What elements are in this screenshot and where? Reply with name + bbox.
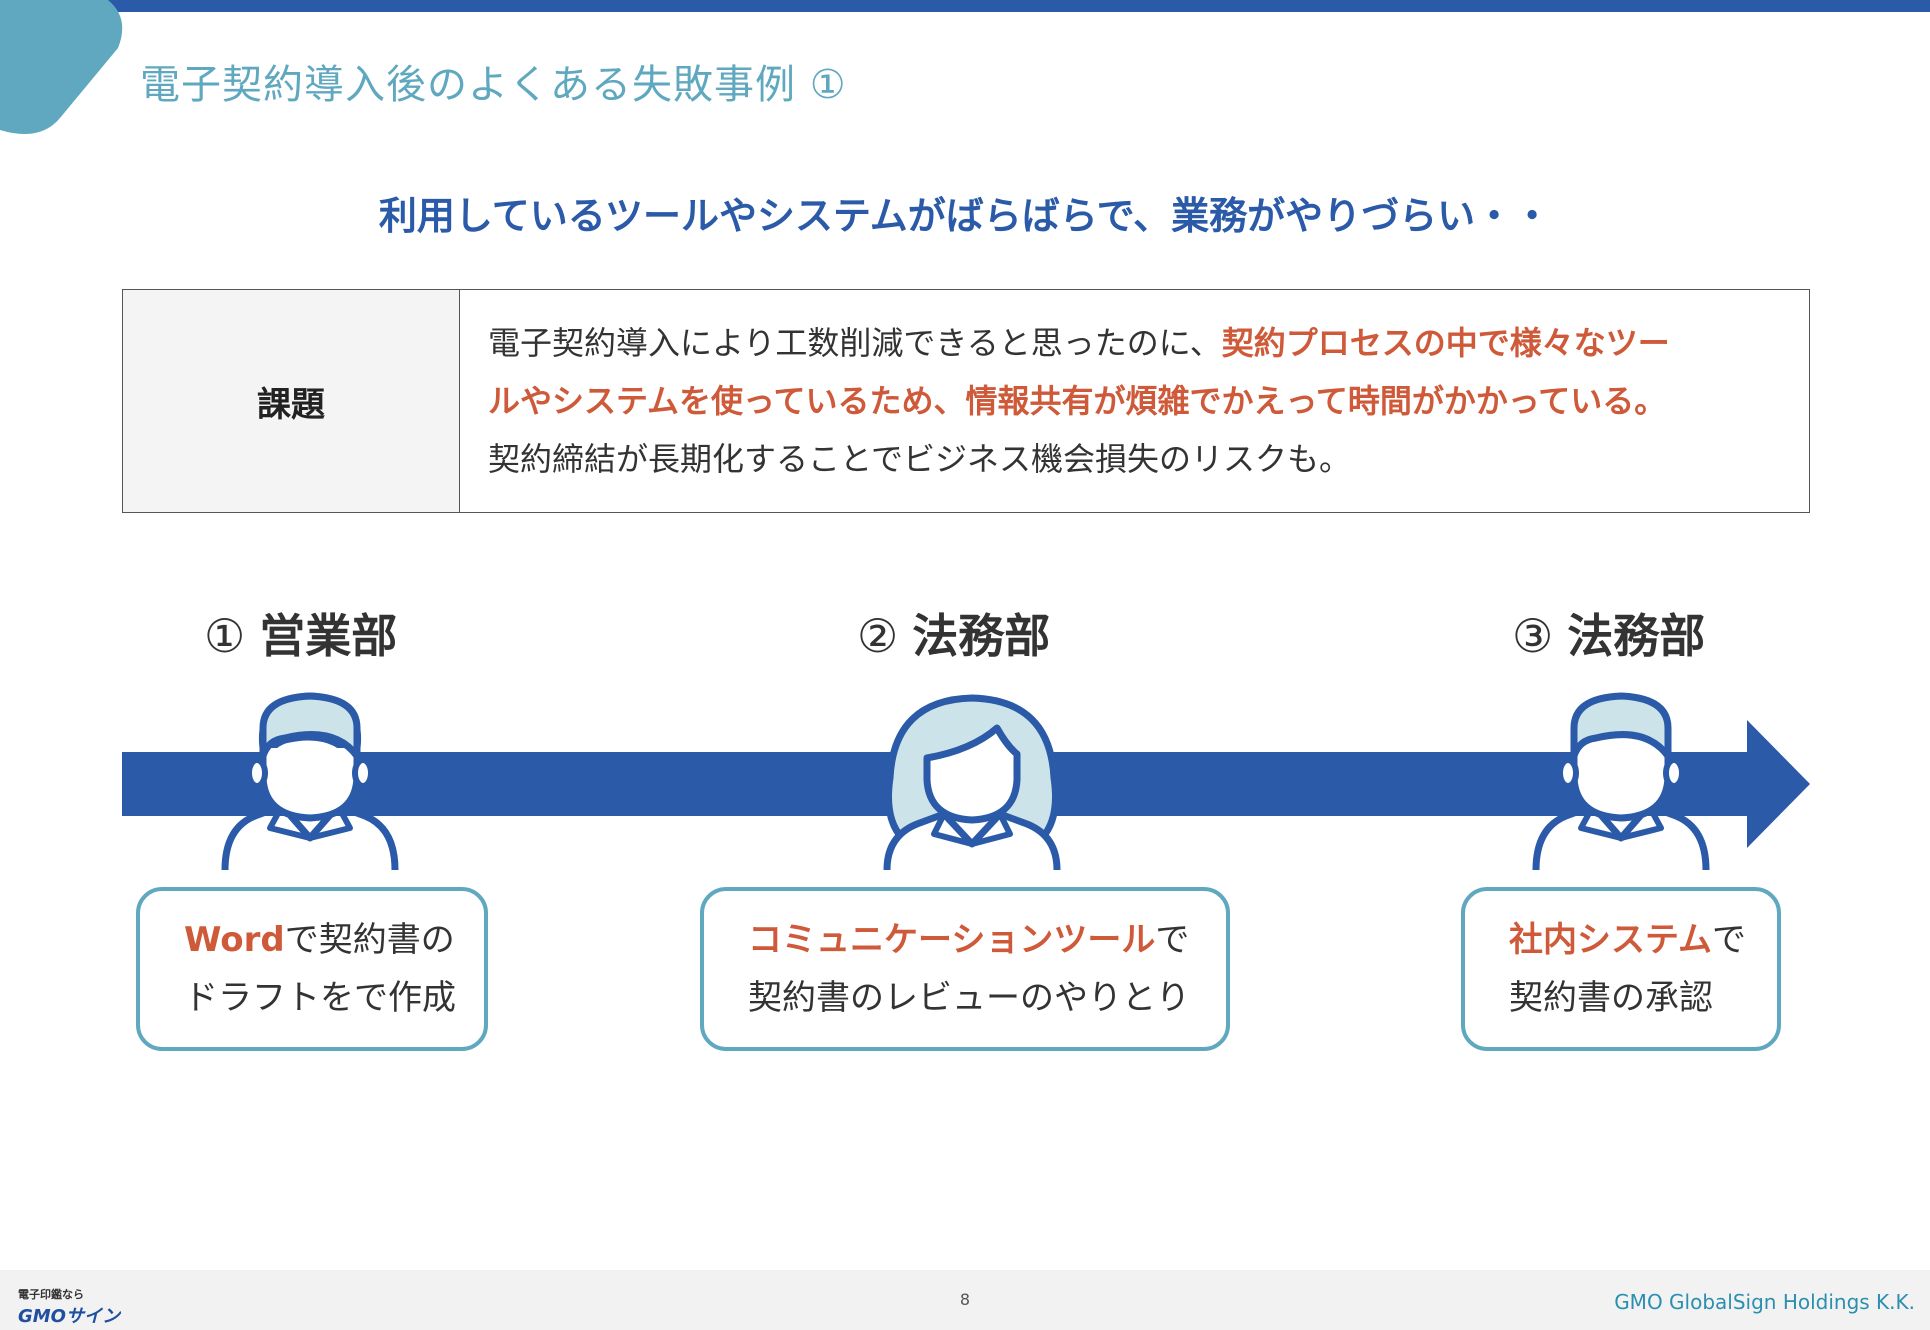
issue-line-1: 電子契約導入により工数削減できると思ったのに、契約プロセスの中で様々なツー bbox=[488, 314, 1779, 372]
issue-description: 電子契約導入により工数削減できると思ったのに、契約プロセスの中で様々なツー ルや… bbox=[460, 290, 1809, 512]
logo-tagline: 電子印鑑なら bbox=[18, 1288, 84, 1301]
issue-text-normal: 電子契約導入により工数削減できると思ったのに、 bbox=[488, 324, 1222, 362]
step-3-line-1: 社内システムで bbox=[1509, 911, 1777, 969]
step-1-header: ① 営業部 bbox=[204, 600, 397, 666]
corner-decoration bbox=[0, 0, 123, 134]
step-2-department: 法務部 bbox=[912, 609, 1051, 663]
company-name: GMO GlobalSign Holdings K.K. bbox=[1614, 1290, 1915, 1314]
arrow-right-icon bbox=[1747, 720, 1810, 848]
issue-text-emphasis: 契約プロセスの中で様々なツー bbox=[1221, 324, 1670, 362]
step-1-line-1: Wordで契約書の bbox=[184, 911, 484, 969]
step-3-text-1: で bbox=[1711, 920, 1746, 960]
step-3-line-2: 契約書の承認 bbox=[1509, 978, 1713, 1018]
user-male-icon bbox=[221, 692, 399, 871]
issue-label: 課題 bbox=[123, 290, 460, 512]
issue-line-3: 契約締結が長期化することでビジネス機会損失のリスクも。 bbox=[488, 440, 1352, 478]
step-1-emphasis: Word bbox=[184, 920, 285, 960]
step-1-box: Wordで契約書の ドラフトをで作成 bbox=[136, 887, 488, 1051]
step-3-department: 法務部 bbox=[1567, 609, 1706, 663]
step-3-header: ③ 法務部 bbox=[1512, 600, 1705, 666]
step-2-line-1: コミュニケーションツールで bbox=[748, 911, 1226, 969]
logo: GMOサイン bbox=[18, 1306, 120, 1327]
step-3-number: ③ bbox=[1512, 609, 1554, 663]
step-2-box: コミュニケーションツールで 契約書のレビューのやりとり bbox=[700, 887, 1230, 1051]
step-2-number: ② bbox=[857, 609, 899, 663]
step-2-text-1: で bbox=[1155, 920, 1190, 960]
slide-title: 電子契約導入後のよくある失敗事例 ① bbox=[140, 62, 847, 108]
step-3-emphasis: 社内システム bbox=[1509, 920, 1712, 960]
step-1-number: ① bbox=[204, 609, 246, 663]
step-1-text-1: で契約書の bbox=[284, 920, 455, 960]
step-2-emphasis: コミュニケーションツール bbox=[748, 920, 1156, 960]
step-2-line-2: 契約書のレビューのやりとり bbox=[748, 978, 1190, 1018]
step-2-header: ② 法務部 bbox=[857, 600, 1050, 666]
step-1-line-2: ドラフトをで作成 bbox=[184, 978, 456, 1018]
step-3-box: 社内システムで 契約書の承認 bbox=[1461, 887, 1781, 1051]
issue-table: 課題 電子契約導入により工数削減できると思ったのに、契約プロセスの中で様々なツー… bbox=[122, 289, 1810, 513]
top-accent-bar bbox=[0, 0, 1930, 12]
step-1-department: 営業部 bbox=[259, 609, 398, 663]
user-male-icon-2 bbox=[1532, 692, 1710, 871]
issue-line-2: ルやシステムを使っているため、情報共有が煩雑でかえって時間がかかっている。 bbox=[488, 382, 1667, 420]
page-number: 8 bbox=[959, 1290, 971, 1309]
headline: 利用しているツールやシステムがばらばらで、業務がやりづらい・・ bbox=[378, 194, 1552, 238]
user-female-icon bbox=[883, 694, 1061, 871]
